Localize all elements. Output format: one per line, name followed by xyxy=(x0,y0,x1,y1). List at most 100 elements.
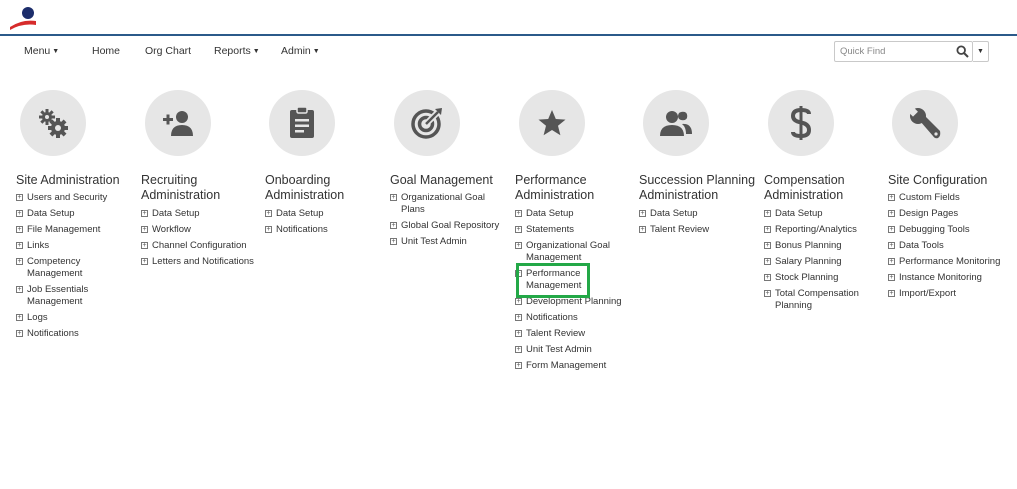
nav-org-chart[interactable]: Org Chart xyxy=(145,45,191,57)
link-reporting-analytics[interactable]: + Reporting/Analytics xyxy=(764,224,889,236)
link-label: Talent Review xyxy=(526,328,586,339)
succession-planning-administration-icon-button[interactable] xyxy=(643,90,709,156)
link-label: Statements xyxy=(526,224,575,235)
link-salary-planning[interactable]: + Salary Planning xyxy=(764,256,889,268)
link-notifications[interactable]: + Notifications xyxy=(265,224,390,236)
tile-title[interactable]: Onboarding Administration xyxy=(265,173,390,203)
link-letters-and-notifications[interactable]: + Letters and Notifications xyxy=(141,256,266,268)
plus-icon: + xyxy=(141,210,148,217)
link-data-setup[interactable]: + Data Setup xyxy=(764,208,889,220)
plus-icon: + xyxy=(16,286,23,293)
link-statements[interactable]: + Statements xyxy=(515,224,640,236)
target-icon xyxy=(411,108,442,139)
nav-home[interactable]: Home xyxy=(92,45,120,57)
link-custom-fields[interactable]: + Custom Fields xyxy=(888,192,1013,204)
plus-icon: + xyxy=(639,226,646,233)
site-administration-icon-button[interactable] xyxy=(20,90,86,156)
link-links[interactable]: + Links xyxy=(16,240,141,252)
search-icon xyxy=(955,45,969,58)
link-file-management[interactable]: + File Management xyxy=(16,224,141,236)
tile-title[interactable]: Compensation Administration xyxy=(764,173,889,203)
nav-menu[interactable]: Menu ▼ xyxy=(24,45,59,57)
link-label: Data Setup xyxy=(775,208,823,219)
link-label: Data Setup xyxy=(526,208,574,219)
site-configuration-icon-button[interactable] xyxy=(892,90,958,156)
tile-links: + Data Setup + Reporting/Analytics + Bonus … xyxy=(764,208,889,316)
wrench-icon xyxy=(908,106,941,139)
link-job-essentials-management[interactable]: + Job Essentials Management xyxy=(16,284,96,308)
link-performance-monitoring[interactable]: + Performance Monitoring xyxy=(888,256,1013,268)
link-label: Stock Planning xyxy=(775,272,839,283)
link-stock-planning[interactable]: + Stock Planning xyxy=(764,272,889,284)
nav-admin-label: Admin xyxy=(281,45,311,57)
link-workflow[interactable]: + Workflow xyxy=(141,224,266,236)
link-notifications[interactable]: + Notifications xyxy=(16,328,141,340)
link-instance-monitoring[interactable]: + Instance Monitoring xyxy=(888,272,1013,284)
performance-administration-icon-button[interactable] xyxy=(519,90,585,156)
tile-title[interactable]: Performance Administration xyxy=(515,173,640,203)
quick-find-input[interactable] xyxy=(835,42,953,61)
company-logo-icon[interactable] xyxy=(8,5,38,31)
link-label: Unit Test Admin xyxy=(526,344,592,355)
onboarding-administration-icon-button[interactable] xyxy=(269,90,335,156)
link-label: Notifications xyxy=(27,328,79,339)
link-bonus-planning[interactable]: + Bonus Planning xyxy=(764,240,889,252)
tile-title[interactable]: Site Administration xyxy=(16,173,141,188)
link-unit-test-admin[interactable]: + Unit Test Admin xyxy=(390,236,515,248)
link-global-goal-repository[interactable]: + Global Goal Repository xyxy=(390,220,515,232)
link-competency-management[interactable]: + Competency Management xyxy=(16,256,96,280)
link-data-setup[interactable]: + Data Setup xyxy=(141,208,266,220)
link-data-setup[interactable]: + Data Setup xyxy=(639,208,764,220)
plus-icon: + xyxy=(888,274,895,281)
plus-icon: + xyxy=(141,226,148,233)
plus-icon: + xyxy=(764,210,771,217)
tile-title[interactable]: Site Configuration xyxy=(888,173,1013,188)
link-label: Channel Configuration xyxy=(152,240,247,251)
plus-icon: + xyxy=(888,194,895,201)
compensation-administration-icon-button[interactable] xyxy=(768,90,834,156)
quick-find-dropdown[interactable]: ▼ xyxy=(973,41,989,62)
link-talent-review[interactable]: + Talent Review xyxy=(515,328,640,340)
recruiting-administration-icon-button[interactable] xyxy=(145,90,211,156)
link-unit-test-admin[interactable]: + Unit Test Admin xyxy=(515,344,640,356)
plus-icon: + xyxy=(515,210,522,217)
link-data-setup[interactable]: + Data Setup xyxy=(515,208,640,220)
link-label: Debugging Tools xyxy=(899,224,970,235)
link-notifications[interactable]: + Notifications xyxy=(515,312,640,324)
tile-title[interactable]: Recruiting Administration xyxy=(141,173,266,203)
plus-icon: + xyxy=(16,210,23,217)
link-label: Notifications xyxy=(526,312,578,323)
goal-management-icon-button[interactable] xyxy=(394,90,460,156)
link-organizational-goal-management[interactable]: + Organizational Goal Management xyxy=(515,240,615,264)
link-import-export[interactable]: + Import/Export xyxy=(888,288,1013,300)
tile-links: + Custom Fields + Design Pages + Debugging … xyxy=(888,192,1013,304)
tile-title[interactable]: Succession Planning Administration xyxy=(639,173,764,203)
link-label: Organizational Goal Management xyxy=(526,240,610,263)
link-data-setup[interactable]: + Data Setup xyxy=(265,208,390,220)
link-organizational-goal-plans[interactable]: + Organizational Goal Plans xyxy=(390,192,488,216)
link-channel-configuration[interactable]: + Channel Configuration xyxy=(141,240,266,252)
link-design-pages[interactable]: + Design Pages xyxy=(888,208,1013,220)
link-label: File Management xyxy=(27,224,101,235)
search-button[interactable] xyxy=(954,43,970,60)
link-debugging-tools[interactable]: + Debugging Tools xyxy=(888,224,1013,236)
tile-title[interactable]: Goal Management xyxy=(390,173,515,188)
nav-reports[interactable]: Reports ▼ xyxy=(214,45,260,57)
link-form-management[interactable]: + Form Management xyxy=(515,360,640,372)
nav-admin[interactable]: Admin ▼ xyxy=(281,45,320,57)
plus-icon: + xyxy=(888,258,895,265)
plus-icon: + xyxy=(888,242,895,249)
plus-icon: + xyxy=(515,314,522,321)
link-total-compensation-planning[interactable]: + Total Compensation Planning xyxy=(764,288,864,312)
link-label: Data Setup xyxy=(276,208,324,219)
link-data-tools[interactable]: + Data Tools xyxy=(888,240,1013,252)
link-data-setup[interactable]: + Data Setup xyxy=(16,208,141,220)
link-label: Total Compensation Planning xyxy=(775,288,859,311)
people-icon xyxy=(660,110,692,136)
link-logs[interactable]: + Logs xyxy=(16,312,141,324)
caret-down-icon: ▼ xyxy=(52,48,60,55)
link-users-and-security[interactable]: + Users and Security xyxy=(16,192,141,204)
plus-icon: + xyxy=(265,226,272,233)
link-talent-review[interactable]: + Talent Review xyxy=(639,224,764,236)
link-label: Data Setup xyxy=(650,208,698,219)
